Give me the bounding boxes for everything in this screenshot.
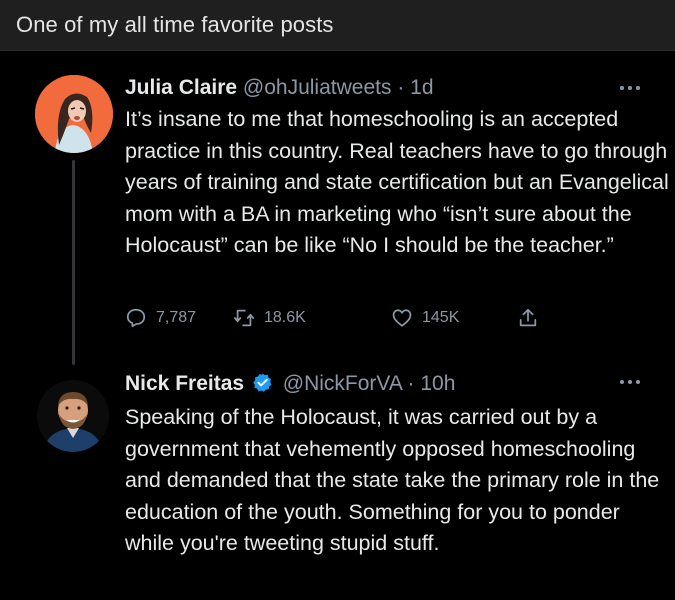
handle[interactable]: @NickForVA (283, 372, 402, 395)
thread-line (72, 160, 75, 365)
share-icon (519, 308, 537, 327)
timestamp[interactable]: · 10h (408, 372, 456, 395)
display-name[interactable]: Nick Freitas (125, 372, 244, 395)
more-icon[interactable] (618, 83, 642, 93)
more-icon[interactable] (618, 377, 642, 387)
like-button[interactable]: 145K (391, 305, 459, 331)
tweet-text: It’s insane to me that homeschooling is … (125, 107, 669, 257)
avatar-julia-image (35, 75, 113, 153)
tweet-header: Julia Claire @ohJuliatweets · 1d (125, 76, 434, 100)
share-button[interactable] (517, 305, 539, 331)
retweet-button[interactable]: 18.6K (233, 305, 306, 331)
reply-icon (126, 308, 146, 328)
handle[interactable]: @ohJuliatweets (243, 76, 392, 99)
avatar-nick-image (37, 380, 109, 452)
retweet-count: 18.6K (264, 309, 306, 326)
post-header: One of my all time favorite posts (0, 0, 675, 51)
heart-icon (392, 309, 412, 327)
tweet-text: Speaking of the Holocaust, it was carrie… (125, 405, 660, 555)
tweet-header: Nick Freitas @NickForVA · 10h (125, 372, 455, 396)
reply-button[interactable]: 7,787 (125, 305, 196, 331)
avatar[interactable] (37, 380, 109, 452)
display-name[interactable]: Julia Claire (125, 76, 237, 99)
retweet-icon (233, 309, 255, 327)
reply-count: 7,787 (156, 309, 197, 326)
like-count: 145K (422, 309, 460, 326)
verified-badge-icon (253, 373, 272, 392)
timestamp[interactable]: · 1d (397, 76, 433, 99)
avatar[interactable] (35, 75, 113, 153)
post-title: One of my all time favorite posts (16, 12, 334, 37)
